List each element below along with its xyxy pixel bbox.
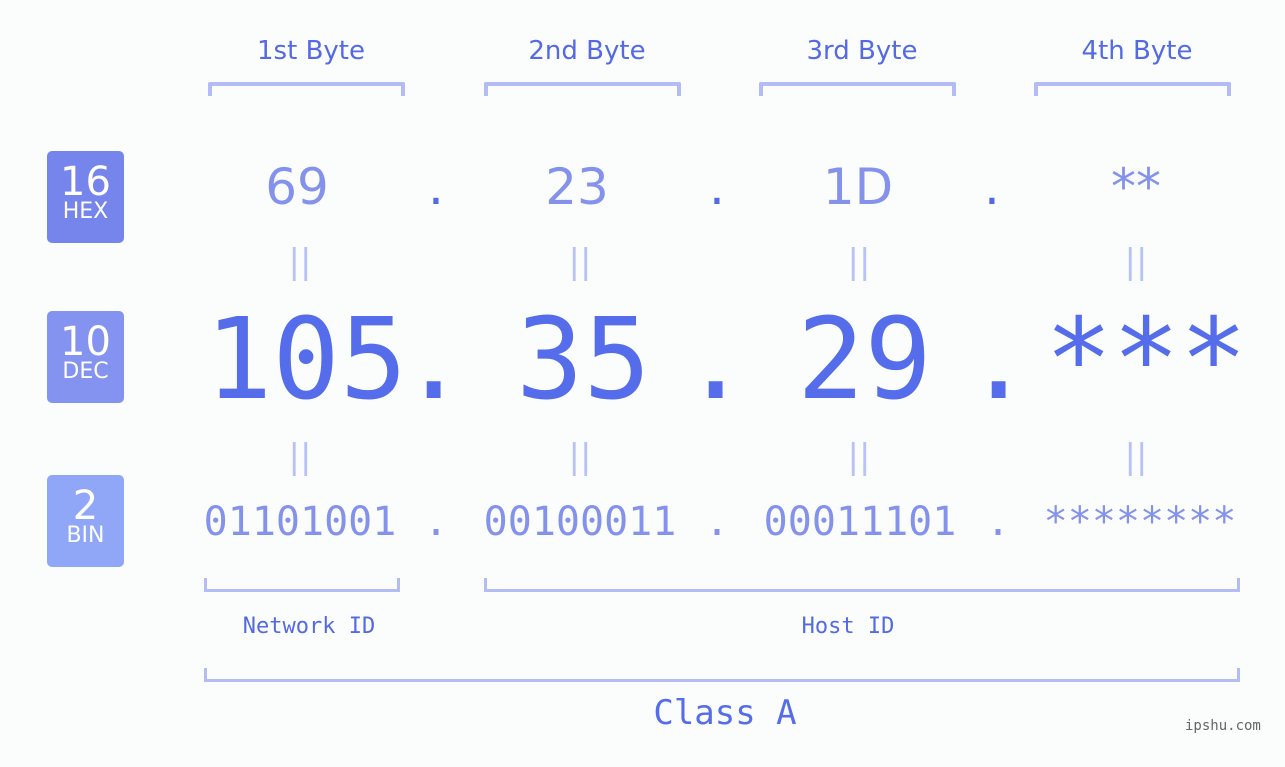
dec-byte-3: 29: [797, 295, 932, 425]
dec-label: DEC: [62, 359, 109, 384]
class-label: Class A: [653, 693, 797, 733]
dec-dot-2: .: [682, 295, 750, 425]
host-id-label: Host ID: [801, 614, 895, 639]
hex-dot-3: .: [984, 158, 1000, 216]
dec-byte-4: ***: [1045, 295, 1248, 425]
network-id-bracket: [204, 578, 400, 592]
byte-bracket-2: [484, 82, 681, 96]
byte-header-1: 1st Byte: [257, 36, 365, 66]
bin-base: 2: [72, 483, 99, 529]
bin-label: BIN: [66, 523, 105, 548]
dec-badge: 10 DEC: [47, 311, 124, 403]
equals-dec-bin-2: ||: [568, 437, 592, 477]
equals-dec-bin-4: ||: [1124, 437, 1148, 477]
hex-base: 16: [60, 159, 111, 205]
host-id-bracket: [484, 578, 1240, 592]
equals-hex-dec-1: ||: [288, 242, 312, 282]
equals-dec-bin-3: ||: [847, 437, 871, 477]
dec-byte-1: 105: [205, 295, 408, 425]
byte-header-3: 3rd Byte: [806, 36, 918, 66]
byte-header-4: 4th Byte: [1081, 36, 1193, 66]
dec-base: 10: [60, 319, 111, 365]
hex-badge: 16 HEX: [47, 151, 124, 243]
class-bracket: [204, 668, 1240, 682]
network-id-label: Network ID: [242, 614, 376, 639]
byte-bracket-4: [1034, 82, 1231, 96]
bin-badge: 2 BIN: [47, 475, 124, 567]
hex-dot-1: .: [428, 158, 444, 216]
dec-byte-2: 35: [516, 295, 651, 425]
equals-hex-dec-4: ||: [1124, 242, 1148, 282]
equals-hex-dec-3: ||: [847, 242, 871, 282]
byte-bracket-3: [759, 82, 956, 96]
byte-bracket-1: [208, 82, 405, 96]
hex-label: HEX: [62, 199, 109, 224]
equals-hex-dec-2: ||: [568, 242, 592, 282]
byte-header-2: 2nd Byte: [528, 36, 646, 66]
dec-dot-1: .: [400, 295, 468, 425]
watermark: ipshu.com: [1185, 718, 1261, 734]
hex-dot-2: .: [709, 158, 725, 216]
equals-dec-bin-1: ||: [288, 437, 312, 477]
bin-byte-4: ********: [1043, 499, 1237, 545]
dec-dot-3: .: [965, 295, 1033, 425]
